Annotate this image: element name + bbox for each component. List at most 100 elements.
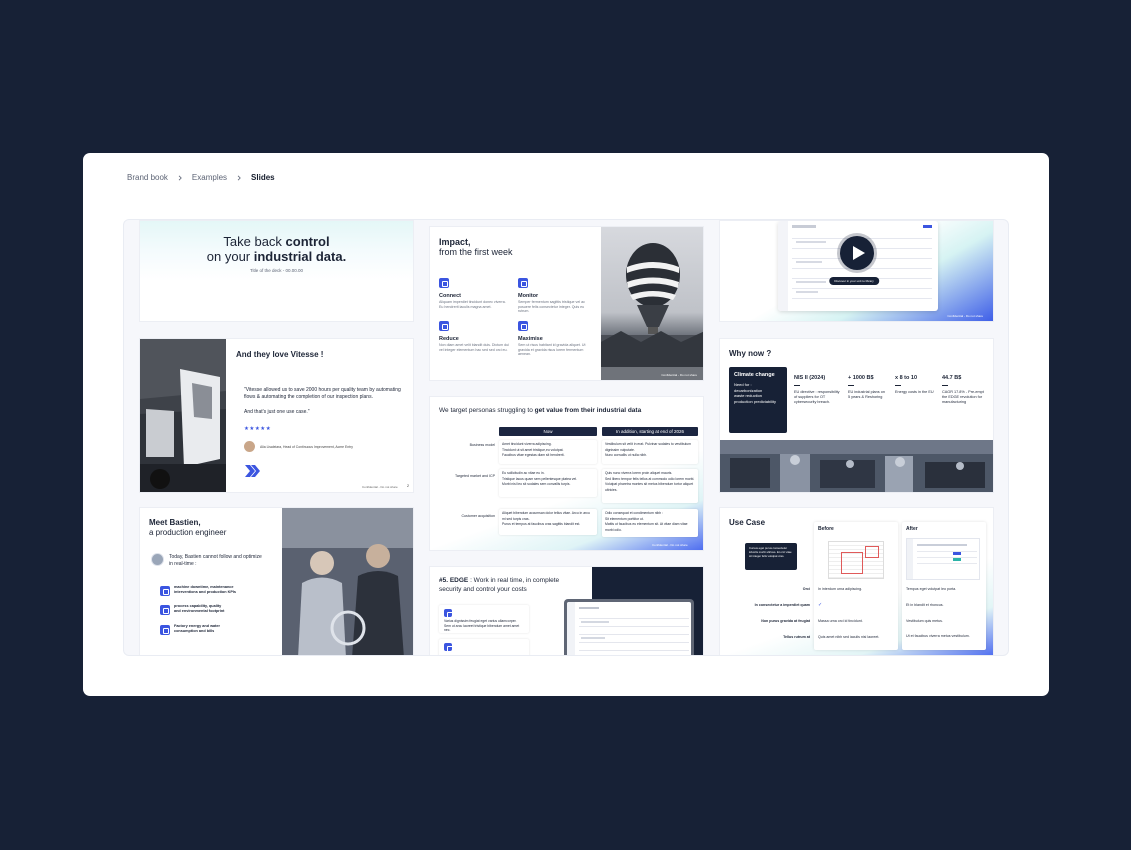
row-label: Targeted market and ICP <box>455 474 495 478</box>
slide-why-now[interactable]: Why now ? Climate change Need for : deca… <box>719 338 994 493</box>
use-case-row-label: In consectetur a imperdiet quam <box>754 603 810 607</box>
why-now-title: Why now ? <box>729 349 772 358</box>
play-icon <box>853 246 865 260</box>
climate-box: Climate change Need for : decarbonizatio… <box>729 367 787 433</box>
dashboard-image <box>906 538 980 580</box>
car-photo <box>140 339 226 492</box>
cell-item: Nunc convallis ut nulla nibh. <box>605 453 648 458</box>
cell-item: Mattis ut faucibus eu elementum sit. At … <box>605 522 688 532</box>
stat-text: EU directive : responsibility of supplie… <box>794 390 840 404</box>
video-tooltip: Discover in your unit to library <box>829 277 879 285</box>
factory-photo <box>720 440 993 492</box>
slide-footer: Confidential - Do not share <box>652 543 688 547</box>
stat: x 8 to 10 Energy costs in the EU <box>895 375 935 395</box>
edit-icon <box>160 625 170 635</box>
use-case-callout-text: Cursus eget purus consectetur lobortis m… <box>749 546 792 558</box>
maximise-icon <box>518 321 528 331</box>
use-case-before-value: Massa urna orci id tincidunt. <box>818 619 863 623</box>
use-case-title: Use Case <box>729 518 766 527</box>
edge-title-2: security and control your costs <box>439 586 527 593</box>
slide-title[interactable]: Take back control on your industrial dat… <box>139 220 414 322</box>
before-column: Before <box>814 522 898 650</box>
row-label: Business model <box>469 443 495 447</box>
climate-title: Climate change <box>734 372 775 378</box>
bastien-item-line: interventions and production KPIs <box>174 590 237 594</box>
climate-list: decarbonization waste reduction producti… <box>734 388 782 404</box>
climate-need: Need for : <box>734 382 752 387</box>
slide-impact[interactable]: Impact, from the first week Connect Aliq… <box>429 226 704 381</box>
stat: NIS II (2024) EU directive : responsibil… <box>794 375 840 405</box>
play-button[interactable] <box>840 236 874 270</box>
use-case-row-label: Orci <box>802 587 810 591</box>
use-case-after-value: Tempus eget volutpat leo porta. <box>906 587 957 591</box>
page-number: 2 <box>407 484 409 488</box>
impact-title: Impact, <box>439 237 471 247</box>
cell-item: Vestibulum sit velit in erat. Pulvinar s… <box>605 442 691 452</box>
chip-icon <box>444 643 453 652</box>
use-case-after-value: Vestibulum quis metus. <box>906 619 943 623</box>
stat-text: CAGR 17.8% - Pre-empt the EDGE revolutio… <box>942 390 984 404</box>
impact-feature-title: Monitor <box>518 293 539 299</box>
brand-logo: =V= <box>1013 673 1033 684</box>
slide-personas[interactable]: We target personas struggling to get val… <box>429 396 704 551</box>
chevron-right-icon <box>237 175 241 180</box>
connect-icon <box>439 278 449 288</box>
slide-footer: Confidential - Do not share <box>362 485 398 489</box>
use-case-before-value: ✓ <box>818 602 823 608</box>
balloon-photo: Confidential - Do not share <box>601 227 703 380</box>
slides-card: Brand book Examples Slides Take back con… <box>83 153 1049 696</box>
reduce-icon <box>439 321 449 331</box>
slide-title-sub: Title of the deck - 00.00.00 <box>249 268 304 273</box>
breadcrumb-brand-book[interactable]: Brand book <box>127 173 168 182</box>
impact-feature-text: Sem ut risus habitant id gravida aliquet… <box>518 343 586 357</box>
use-case-callout: Cursus eget purus consectetur lobortis m… <box>745 543 797 570</box>
edge-item <box>439 639 529 655</box>
slide-video[interactable]: Discover in your unit to library Confide… <box>719 220 994 322</box>
cell-now: Amet tincidunt viverra adipiscing. Tinci… <box>499 440 597 464</box>
cell-later: Odio consequat et condimentum nibh : Sit… <box>602 509 698 537</box>
spreadsheet-image <box>828 541 884 579</box>
use-case-after-value: Ut et faucibus viverra metus vestibulum. <box>906 634 970 638</box>
stat-text: EU industrial plans on 5 years & Reshori… <box>848 390 885 399</box>
testimonial-title: And they love Vitesse ! <box>236 350 324 359</box>
slide-use-case[interactable]: Use Case Cursus eget purus consectetur l… <box>719 507 994 655</box>
breadcrumb-slides: Slides <box>251 173 275 182</box>
stat-value: + 1000 B$ <box>848 375 874 381</box>
edge-item-text: Varius dignissim feugiat eget varius ull… <box>444 619 520 633</box>
testimonial-quote: "Vitesse allowed us to save 2000 hours p… <box>244 387 401 400</box>
edge-title-1: #5. EDGE : Work in real time, in complet… <box>439 577 560 584</box>
cell-now: Aliquet bibendum accumsan dolor tellus v… <box>499 509 597 535</box>
slide-edge[interactable]: #5. EDGE : Work in real time, in complet… <box>429 566 704 655</box>
slide-title-line2: on your industrial data. <box>206 249 347 264</box>
impact-feature-text: Semper fermentum sagittis tristique vel … <box>518 300 585 314</box>
edge-item: Varius dignissim feugiat eget varius ull… <box>439 605 529 633</box>
use-case-before-value: In interdum urna adipiscing. <box>818 587 863 591</box>
slides-gallery: Take back control on your industrial dat… <box>123 219 1009 656</box>
cell-later: Quis nunc viverra lorem proin aliquet ma… <box>602 469 698 503</box>
use-case-row-label: Tellus rutrum at <box>783 635 810 639</box>
stat-value: 44.7 B$ <box>942 375 962 381</box>
cell-later: Vestibulum sit velit in erat. Pulvinar s… <box>602 440 698 464</box>
cell-item: Faucibus vitae egestas diam sit hendreri… <box>502 453 565 458</box>
impact-subtitle: from the first week <box>439 247 513 257</box>
climate-item: production predictability <box>734 398 777 404</box>
lock-icon <box>444 609 453 618</box>
avatar <box>244 441 255 452</box>
breadcrumb-examples[interactable]: Examples <box>192 173 227 182</box>
stat-text: Energy costs in the EU <box>895 390 934 394</box>
monitor-icon <box>518 278 528 288</box>
slide-bastien[interactable]: Meet Bastien, a production engineer Toda… <box>139 507 414 655</box>
cell-now: Eu sollicitudin ac vitae eu in. Tristiqu… <box>499 469 597 497</box>
testimonial-author: Alia Lisaleiara, Head of Continuous Impr… <box>260 445 353 449</box>
personas-title: We target personas struggling to get val… <box>439 407 642 414</box>
use-case-before-value: Quis amet nibh sed iaculis nisi laoreet. <box>818 635 880 639</box>
stat: + 1000 B$ EU industrial plans on 5 years… <box>848 375 888 400</box>
breadcrumb: Brand book Examples Slides <box>127 173 275 182</box>
cell-item: Aliquet bibendum accumsan dolor tellus v… <box>502 511 590 521</box>
slide-testimonial[interactable]: And they love Vitesse ! "Vitesse allowed… <box>139 338 414 493</box>
chart-icon <box>160 605 170 615</box>
chevron-right-icon <box>178 175 182 180</box>
stat-value: x 8 to 10 <box>895 375 918 381</box>
clock-icon <box>160 586 170 596</box>
impact-feature-text: Non diam amet velit blandit duis. Dictum… <box>439 343 509 352</box>
